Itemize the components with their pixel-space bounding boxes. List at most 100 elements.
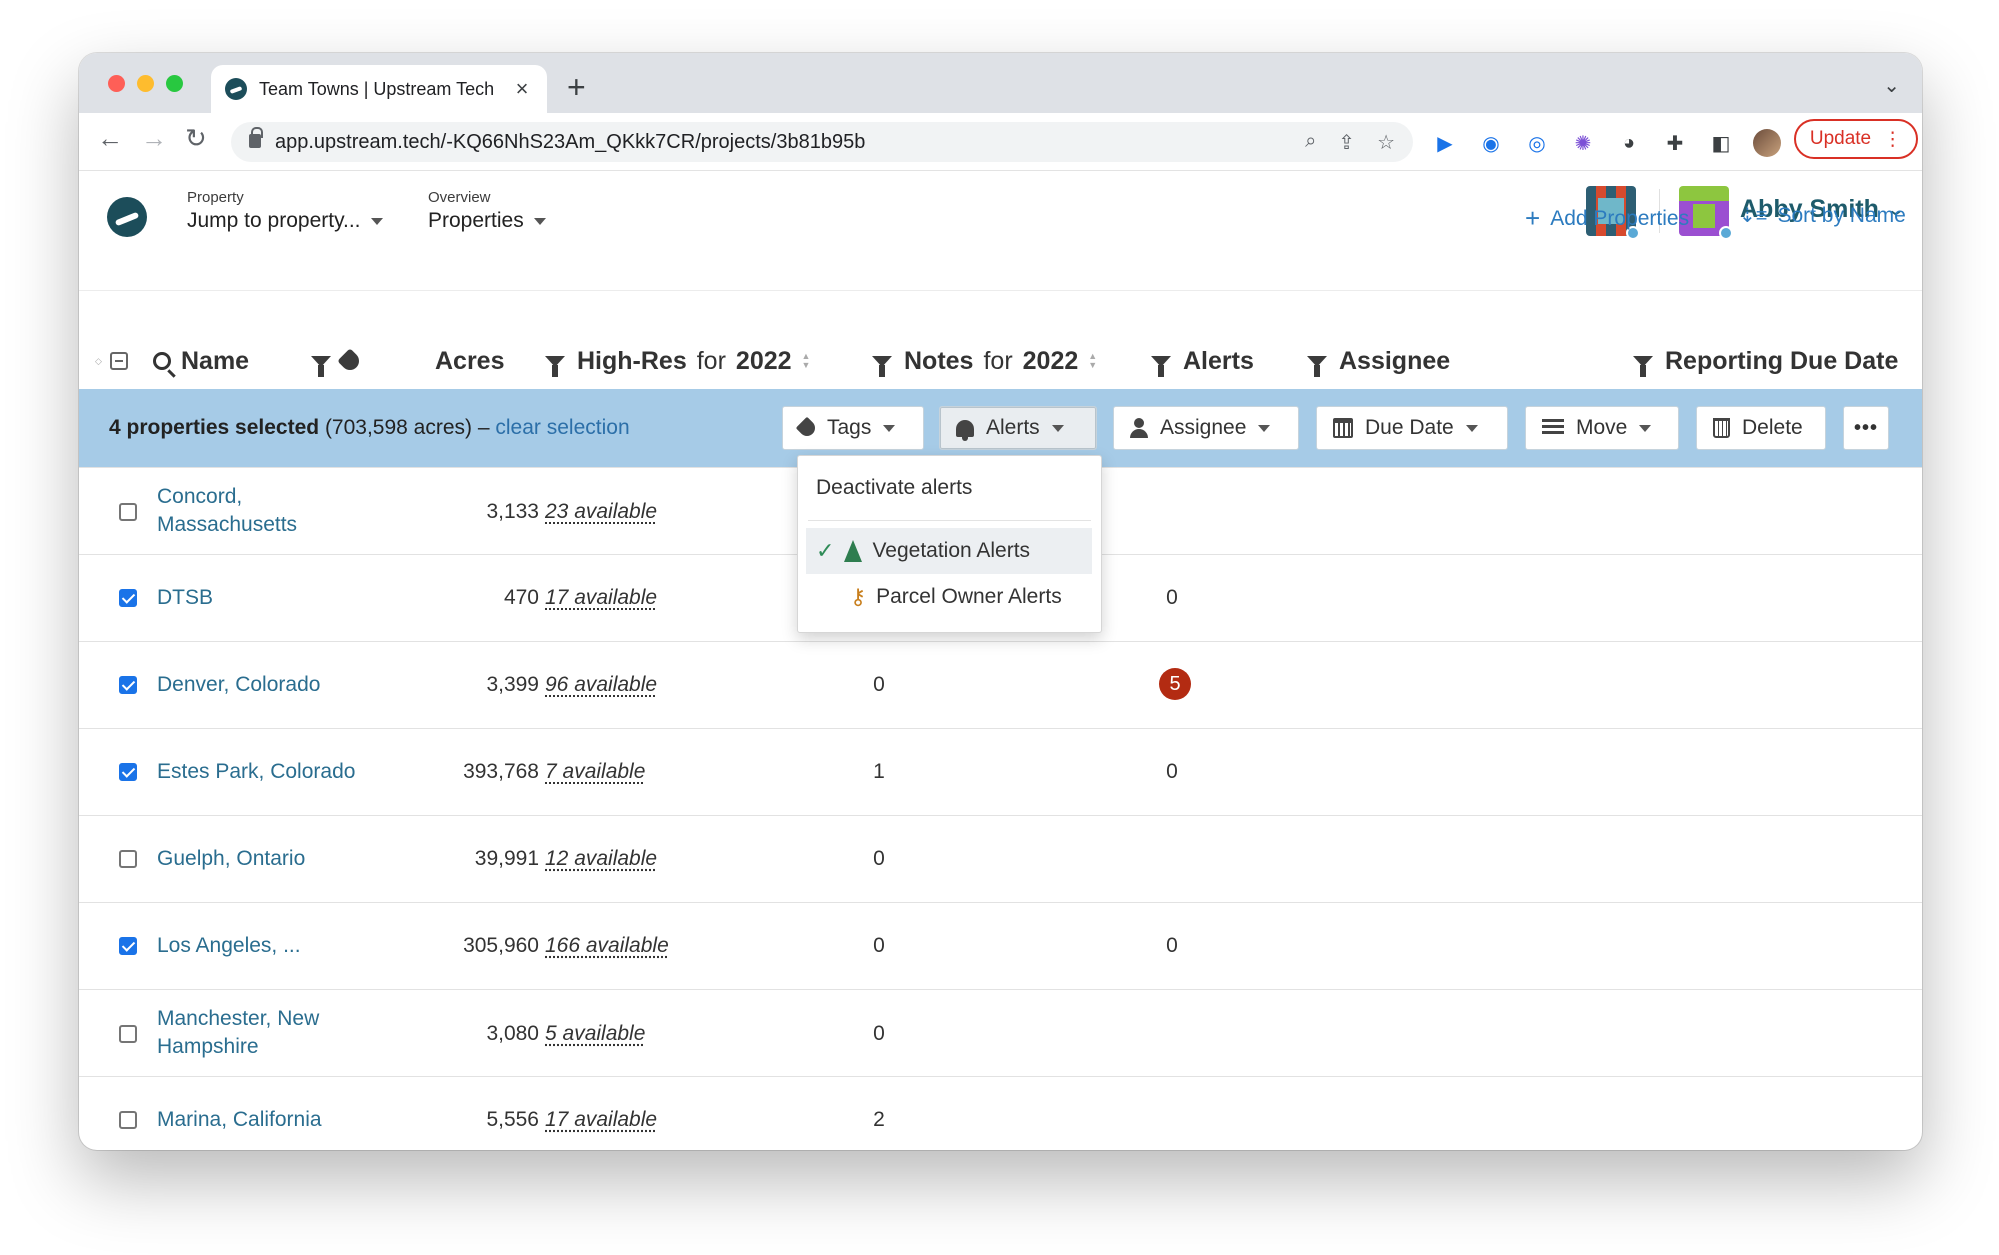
property-name-link[interactable]: DTSB xyxy=(157,584,367,612)
table-row[interactable]: Marina, California 5,556 17 available 2 xyxy=(79,1076,1922,1150)
sort-toggle-icon[interactable]: ◇ xyxy=(95,356,102,366)
bookmark-star-icon[interactable]: ☆ xyxy=(1377,130,1395,155)
row-checkbox[interactable] xyxy=(119,937,137,955)
reload-icon[interactable]: ↻ xyxy=(185,125,207,151)
share-icon[interactable]: ⇪ xyxy=(1338,130,1355,155)
row-checkbox[interactable] xyxy=(119,850,137,868)
eye-extension-icon[interactable]: ◕ xyxy=(1615,129,1643,157)
acres-value: 5,556 xyxy=(486,1108,539,1131)
high-res-available-link[interactable]: 17 available xyxy=(545,1108,657,1132)
upstream-logo-icon[interactable] xyxy=(107,197,147,237)
column-notes[interactable]: Notes for 2022 ▲ ▼ xyxy=(872,347,1097,377)
row-checkbox[interactable] xyxy=(119,589,137,607)
column-reporting-due-date[interactable]: Reporting Due Date xyxy=(1633,347,1898,377)
acres-value: 3,133 xyxy=(486,500,539,523)
selection-controls: ◇ xyxy=(95,352,128,370)
tab-search-chevron-icon[interactable]: ⌄ xyxy=(1883,73,1900,98)
minimize-window-button[interactable] xyxy=(137,75,154,92)
add-properties-button[interactable]: + Add Properties xyxy=(1525,203,1689,234)
color-extension-icon[interactable]: ✺ xyxy=(1569,129,1597,157)
clear-selection-link[interactable]: clear selection xyxy=(495,416,629,439)
row-checkbox[interactable] xyxy=(119,1111,137,1129)
grammar-extension-icon[interactable]: ◉ xyxy=(1477,129,1505,157)
filter-icon xyxy=(545,355,565,377)
vegetation-alerts-item[interactable]: ✓ Vegetation Alerts xyxy=(806,528,1092,574)
column-acres-label: Acres xyxy=(435,346,505,375)
high-res-available-link[interactable]: 96 available xyxy=(545,673,657,697)
high-res-available-link[interactable]: 12 available xyxy=(545,847,657,871)
table-row[interactable]: Guelph, Ontario 39,991 12 available 0 xyxy=(79,815,1922,902)
column-high-res[interactable]: High-Res for 2022 ▲ ▼ xyxy=(545,346,811,377)
table-row[interactable]: Los Angeles, ... 305,960 166 available 0… xyxy=(79,902,1922,989)
caret-down-icon xyxy=(883,424,896,432)
high-res-available-link[interactable]: 17 available xyxy=(545,586,657,610)
property-name-link[interactable]: Denver, Colorado xyxy=(157,671,367,699)
column-assignee[interactable]: Assignee xyxy=(1307,347,1450,377)
puzzle-extensions-icon[interactable]: ✚ xyxy=(1661,129,1689,157)
property-name-link[interactable]: Marina, California xyxy=(157,1106,367,1134)
tags-button[interactable]: Tags xyxy=(782,406,924,450)
property-label: Property xyxy=(187,189,244,206)
assignee-button[interactable]: Assignee xyxy=(1113,406,1299,450)
column-alerts[interactable]: Alerts xyxy=(1151,347,1254,377)
maximize-window-button[interactable] xyxy=(166,75,183,92)
property-name-link[interactable]: Guelph, Ontario xyxy=(157,845,367,873)
back-arrow-icon[interactable]: ← xyxy=(97,125,123,151)
zoom-icon[interactable]: ⌕ xyxy=(1305,130,1316,155)
property-name-link[interactable]: Manchester, New Hampshire xyxy=(157,1005,367,1061)
column-high-res-year: 2022 xyxy=(735,346,792,375)
select-all-checkbox[interactable] xyxy=(109,352,128,370)
column-name[interactable]: Name xyxy=(153,347,249,376)
table-row[interactable]: Estes Park, Colorado 393,768 7 available… xyxy=(79,728,1922,815)
side-panel-icon[interactable]: ◧ xyxy=(1707,129,1735,157)
deactivate-alerts-item[interactable]: Deactivate alerts xyxy=(816,476,972,500)
column-tags-filter[interactable] xyxy=(311,348,363,377)
high-res-available-link[interactable]: 23 available xyxy=(545,500,657,524)
address-bar[interactable]: app.upstream.tech/-KQ66NhS23Am_QKkk7CR/p… xyxy=(231,122,1413,162)
overview-picker[interactable]: Overview Properties xyxy=(428,189,546,233)
upstream-favicon-icon xyxy=(225,78,247,100)
delete-button[interactable]: Delete xyxy=(1696,406,1826,450)
high-res-available-link[interactable]: 166 available xyxy=(545,934,669,958)
close-window-button[interactable] xyxy=(108,75,125,92)
sort-arrows-icon[interactable]: ▲ ▼ xyxy=(1088,352,1097,370)
property-picker[interactable]: Property Jump to property... xyxy=(187,189,383,233)
property-name-link[interactable]: Los Angeles, ... xyxy=(157,932,367,960)
due-date-button[interactable]: Due Date xyxy=(1316,406,1508,450)
browser-profile-avatar[interactable] xyxy=(1753,129,1781,157)
calendar-icon xyxy=(1333,418,1353,438)
sort-by-name-button[interactable]: ⇣≡ Sort by Name xyxy=(1739,203,1906,228)
row-checkbox[interactable] xyxy=(119,763,137,781)
search-icon[interactable] xyxy=(153,352,171,370)
table-row[interactable]: Manchester, New Hampshire 3,080 5 availa… xyxy=(79,989,1922,1076)
row-checkbox[interactable] xyxy=(119,676,137,694)
notes-value: 0 xyxy=(873,673,885,696)
column-acres[interactable]: Acres xyxy=(435,347,505,376)
alerts-button[interactable]: Alerts xyxy=(939,406,1097,450)
high-res-available-link[interactable]: 5 available xyxy=(545,1022,645,1046)
update-button[interactable]: Update ⋮ xyxy=(1794,119,1918,159)
video-extension-icon[interactable]: ▶ xyxy=(1431,129,1459,157)
tag-icon xyxy=(795,416,819,440)
more-actions-button[interactable]: ••• xyxy=(1843,406,1889,450)
parcel-owner-alerts-item[interactable]: ⚷ Parcel Owner Alerts xyxy=(806,574,1092,620)
table-row[interactable]: Denver, Colorado 3,399 96 available 0 5 xyxy=(79,641,1922,728)
move-button[interactable]: Move xyxy=(1525,406,1679,450)
kebab-menu-icon: ⋮ xyxy=(1883,128,1903,150)
tab-close-icon[interactable]: × xyxy=(511,76,533,102)
forward-arrow-icon[interactable]: → xyxy=(141,125,167,151)
password-extension-icon[interactable]: ◎ xyxy=(1523,129,1551,157)
row-checkbox[interactable] xyxy=(119,1025,137,1043)
sort-arrows-icon[interactable]: ▲ ▼ xyxy=(802,352,811,370)
browser-tab-active[interactable]: Team Towns | Upstream Tech × xyxy=(211,65,547,113)
column-high-res-label: High-Res xyxy=(577,346,687,375)
address-bar-actions: ⌕ ⇪ ☆ xyxy=(1305,130,1395,155)
new-tab-button[interactable]: + xyxy=(567,71,586,103)
alerts-badge-cell[interactable]: 5 xyxy=(1157,668,1193,700)
property-name-link[interactable]: Estes Park, Colorado xyxy=(157,758,367,786)
row-checkbox[interactable] xyxy=(119,503,137,521)
acres-value: 305,960 xyxy=(463,934,539,957)
high-res-available-link[interactable]: 7 available xyxy=(545,760,645,784)
browser-toolbar: ← → ↻ app.upstream.tech/-KQ66NhS23Am_QKk… xyxy=(79,113,1922,171)
property-name-link[interactable]: Concord, Massachusetts xyxy=(157,483,367,539)
